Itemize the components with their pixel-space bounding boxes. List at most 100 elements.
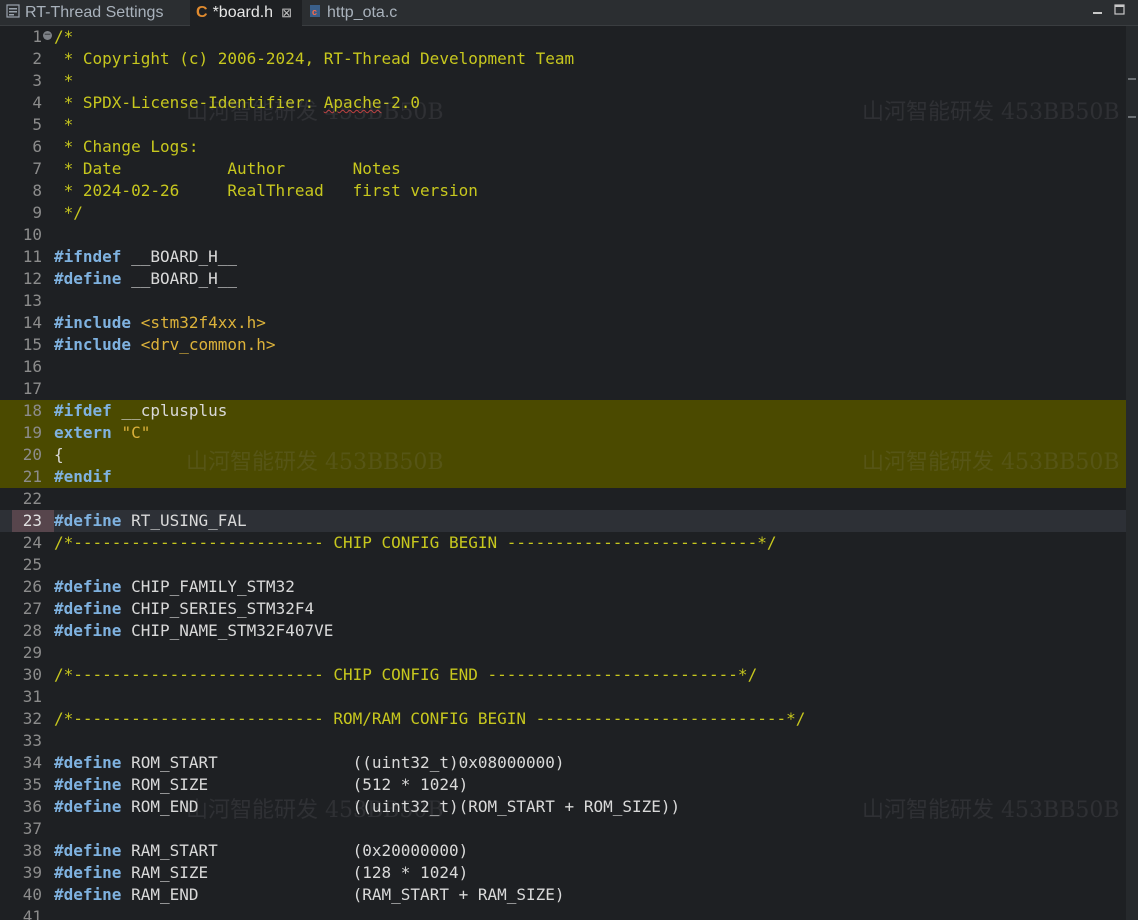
line-number: 41 [22, 907, 42, 920]
code-token: CHIP_FAMILY_STM32 [121, 577, 295, 596]
overview-ruler-mark [1128, 116, 1136, 118]
code-line[interactable]: 34 #define ROM_START ((uint32_t)0x0800000… [0, 752, 1126, 774]
code-line[interactable]: 15 #include <drv_common.h> [0, 334, 1126, 356]
code-line[interactable]: 29 [0, 642, 1126, 664]
code-line[interactable]: 12 #define __BOARD_H__ [0, 268, 1126, 290]
tab-rt-thread-settings[interactable]: RT-Thread Settings [0, 0, 188, 26]
watermark: 山河智能研发 453BB50B [186, 798, 444, 823]
close-icon[interactable]: ⊠ [281, 5, 292, 21]
code-line[interactable]: 23 #define RT_USING_FAL [0, 510, 1126, 532]
line-number: 27 [22, 599, 42, 618]
code-line[interactable]: 7 * Date Author Notes [0, 158, 1126, 180]
line-number: 14 [22, 313, 42, 332]
code-line[interactable]: 27 #define CHIP_SERIES_STM32F4 [0, 598, 1126, 620]
code-token: #endif [54, 467, 112, 486]
code-line[interactable]: 9 */ [0, 202, 1126, 224]
line-number: 36 [22, 797, 42, 816]
code-token: /*-------------------------- ROM/RAM CON… [54, 709, 806, 728]
line-number: 6 [32, 137, 42, 156]
fold-toggle-icon[interactable]: − [43, 31, 52, 40]
code-line[interactable]: 13 [0, 290, 1126, 312]
code-token: * [54, 115, 74, 134]
code-token: { [54, 445, 64, 464]
line-number: 8 [32, 181, 42, 200]
line-number: 32 [22, 709, 42, 728]
code-line[interactable]: 22 [0, 488, 1126, 510]
line-number: 30 [22, 665, 42, 684]
code-line[interactable]: 31 [0, 686, 1126, 708]
code-token: #define [54, 621, 122, 640]
code-line[interactable]: 19 extern "C" [0, 422, 1126, 444]
tab-label: *board.h [212, 4, 274, 21]
line-number: 29 [22, 643, 42, 662]
line-number: 28 [22, 621, 42, 640]
tab-label: http_ota.c [327, 4, 398, 21]
code-line[interactable]: 2 * Copyright (c) 2006-2024, RT-Thread D… [0, 48, 1126, 70]
code-line[interactable]: 38 #define RAM_START (0x20000000) [0, 840, 1126, 862]
vertical-scrollbar[interactable] [1126, 26, 1138, 920]
editor-tab-bar: RT-Thread Settings C *board.h ⊠ c http_o… [0, 0, 1138, 26]
code-token: __BOARD_H__ [121, 269, 238, 288]
watermark: 山河智能研发 453BB50B [862, 798, 1120, 823]
code-token: CHIP_NAME_STM32F407VE [121, 621, 334, 640]
code-line[interactable]: 40 #define RAM_END (RAM_START + RAM_SIZE) [0, 884, 1126, 906]
code-line[interactable]: 33 [0, 730, 1126, 752]
line-number: 17 [22, 379, 42, 398]
code-line[interactable]: 8 * 2024-02-26 RealThread first version [0, 180, 1126, 202]
code-line[interactable]: 26 #define CHIP_FAMILY_STM32 [0, 576, 1126, 598]
code-line[interactable]: 25 [0, 554, 1126, 576]
line-number: 16 [22, 357, 42, 376]
line-code: * [54, 114, 74, 136]
code-line[interactable]: 16 [0, 356, 1126, 378]
code-line[interactable]: 11 #ifndef __BOARD_H__ [0, 246, 1126, 268]
line-code: { [54, 444, 64, 466]
code-token: * Copyright (c) 2006-2024, RT-Thread Dev… [54, 49, 575, 68]
code-line[interactable]: 14 #include <stm32f4xx.h> [0, 312, 1126, 334]
code-token: /* [54, 27, 74, 46]
line-number: 18 [22, 401, 42, 420]
code-line[interactable]: 30 /*-------------------------- CHIP CONF… [0, 664, 1126, 686]
code-line[interactable]: 32 /*-------------------------- ROM/RAM C… [0, 708, 1126, 730]
line-number: 31 [22, 687, 42, 706]
code-token: RAM_START (0x20000000) [121, 841, 469, 860]
code-line[interactable]: 24 /*-------------------------- CHIP CONF… [0, 532, 1126, 554]
minimize-icon[interactable] [1092, 4, 1103, 15]
code-token: #define [54, 863, 122, 882]
code-line[interactable]: 6 * Change Logs: [0, 136, 1126, 158]
code-line[interactable]: 41 [0, 906, 1126, 920]
line-code: * Copyright (c) 2006-2024, RT-Thread Dev… [54, 48, 575, 70]
code-token: __cplusplus [111, 401, 228, 420]
watermark: 山河智能研发 453BB50B [186, 450, 444, 475]
code-line[interactable]: 18 #ifdef __cplusplus [0, 400, 1126, 422]
line-code: #define RAM_END (RAM_START + RAM_SIZE) [54, 884, 565, 906]
line-number: 15 [22, 335, 42, 354]
tab-http-ota-c[interactable]: c http_ota.c [304, 0, 398, 26]
code-token: #ifndef [54, 247, 122, 266]
code-line[interactable]: 28 #define CHIP_NAME_STM32F407VE [0, 620, 1126, 642]
code-editor[interactable]: 1−/* 2 * Copyright (c) 2006-2024, RT-Thre… [0, 26, 1126, 920]
overview-ruler-mark [1128, 78, 1136, 80]
c-header-icon: C [196, 4, 208, 21]
code-line[interactable]: 10 [0, 224, 1126, 246]
code-token: * Change Logs: [54, 137, 199, 156]
line-number: 5 [32, 115, 42, 134]
code-token: /*-------------------------- CHIP CONFIG… [54, 533, 777, 552]
code-token: * 2024-02-26 RealThread first version [54, 181, 478, 200]
line-number: 20 [22, 445, 42, 464]
maximize-icon[interactable] [1114, 4, 1125, 15]
tab-board-h[interactable]: C *board.h ⊠ [190, 0, 302, 26]
line-code: #define CHIP_FAMILY_STM32 [54, 576, 295, 598]
code-line[interactable]: 1−/* [0, 26, 1126, 48]
line-number: 35 [22, 775, 42, 794]
line-number: 40 [22, 885, 42, 904]
line-number: 11 [22, 247, 42, 266]
line-number: 37 [22, 819, 42, 838]
line-number: 4 [32, 93, 42, 112]
line-code: */ [54, 202, 83, 224]
code-line[interactable]: 39 #define RAM_SIZE (128 * 1024) [0, 862, 1126, 884]
code-line[interactable]: 17 [0, 378, 1126, 400]
watermark: 山河智能研发 453BB50B [186, 100, 444, 125]
code-line[interactable]: 3 * [0, 70, 1126, 92]
